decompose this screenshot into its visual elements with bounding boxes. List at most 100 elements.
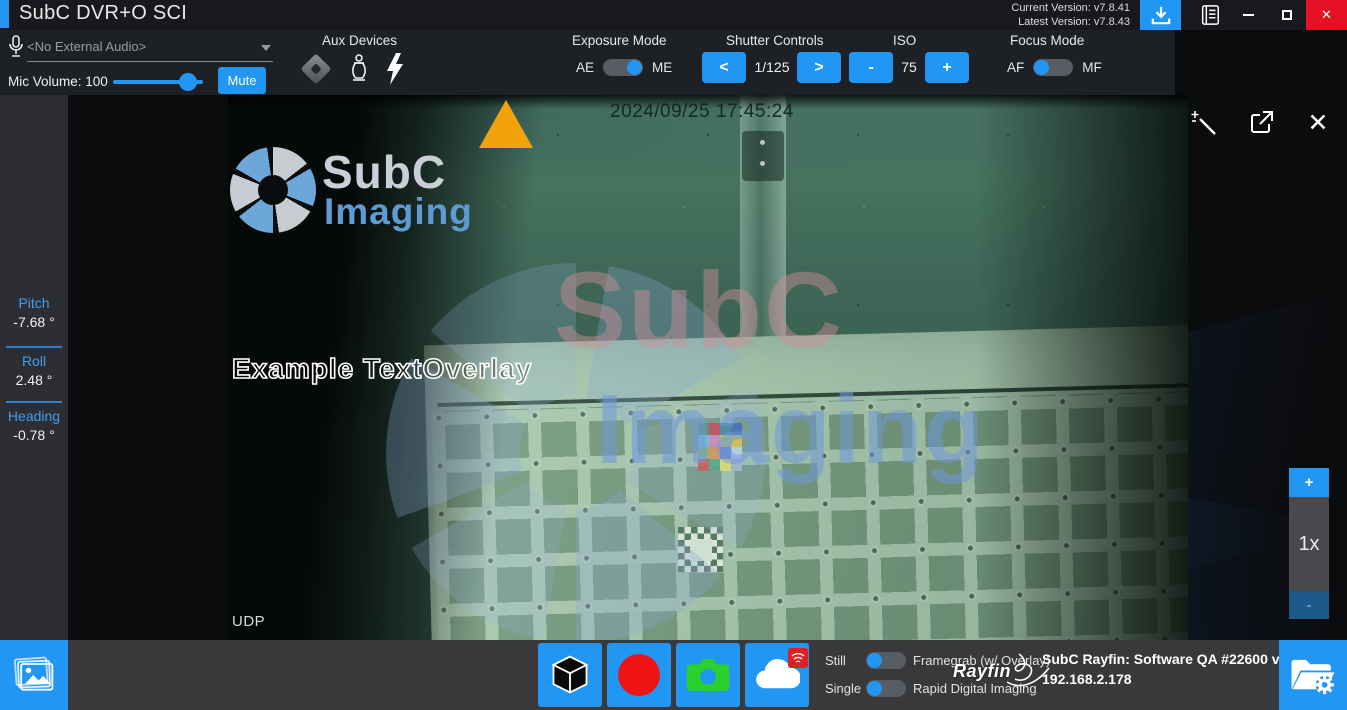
file-settings-button[interactable] <box>1279 640 1347 710</box>
roll-readout: Roll 2.48 ° <box>0 353 68 388</box>
watermark-imaging: Imaging <box>596 373 986 486</box>
heading-value: -0.78 ° <box>0 427 68 443</box>
video-stage: SubC Imaging SubC Imaging 2024/09/25 17:… <box>68 95 1347 640</box>
title-bar: SubC DVR+O SCI Current Version: v7.8.41 … <box>0 0 1347 30</box>
zoom-in-button[interactable]: + <box>1289 468 1329 497</box>
toggle-knob <box>867 681 882 696</box>
title-accent-strip <box>0 0 9 28</box>
exposure-ae-label: AE <box>576 60 594 75</box>
text-overlay: Example TextOverlay <box>232 353 532 385</box>
heading-readout: Heading -0.78 ° <box>0 408 68 443</box>
video-feed[interactable]: SubC Imaging SubC Imaging 2024/09/25 17:… <box>228 95 1188 640</box>
chevron-down-icon <box>261 45 271 51</box>
toggle-knob <box>1034 60 1049 75</box>
watermark-subc: SubC <box>554 247 844 372</box>
version-info: Current Version: v7.8.41 Latest Version:… <box>1011 1 1130 29</box>
focus-mode-label: Focus Mode <box>1010 33 1084 48</box>
exposure-me-label: ME <box>652 60 672 75</box>
telemetry-sidebar: Pitch -7.68 ° Roll 2.48 ° Heading -0.78 … <box>0 95 68 640</box>
aperture-icon <box>230 147 316 233</box>
iso-plus-button[interactable]: + <box>925 52 969 83</box>
shutter-value: 1/125 <box>748 59 796 75</box>
capture-still-button[interactable] <box>676 643 740 707</box>
roll-value: 2.48 ° <box>0 372 68 388</box>
device-info: SubC Rayfin: Software QA #22600 v4.... 1… <box>1042 651 1303 687</box>
maximize-icon <box>1282 10 1292 20</box>
toolbar-right-panel <box>1175 30 1347 95</box>
latest-version: Latest Version: v7.8.43 <box>1011 15 1130 29</box>
lamp-device-icon[interactable] <box>348 54 370 84</box>
pitch-label: Pitch <box>0 295 68 311</box>
focus-af-label: AF <box>1007 60 1024 75</box>
mic-volume-slider[interactable] <box>113 80 203 84</box>
iso-label: ISO <box>893 33 916 48</box>
record-button[interactable] <box>607 643 671 707</box>
iso-minus-button[interactable]: - <box>849 52 893 83</box>
video-timestamp: 2024/09/25 17:45:24 <box>610 101 794 123</box>
close-icon: ✕ <box>1308 108 1329 138</box>
cube-icon <box>548 653 592 697</box>
media-gallery-button[interactable] <box>0 640 68 710</box>
focus-mode-toggle[interactable] <box>1033 59 1073 76</box>
shutter-controls-label: Shutter Controls <box>726 33 824 48</box>
focus-mode-control: AF MF <box>1007 59 1102 76</box>
strobe-device-icon[interactable] <box>385 53 405 85</box>
current-version: Current Version: v7.8.41 <box>1011 1 1130 15</box>
divider <box>6 401 62 403</box>
stream-protocol-label: UDP <box>232 613 265 630</box>
single-mode-toggle[interactable] <box>866 680 906 697</box>
still-label: Still <box>825 653 866 668</box>
microphone-icon <box>8 35 24 59</box>
audio-source-select[interactable]: <No External Audio> <box>27 34 273 62</box>
aux-device-icons <box>300 52 410 88</box>
update-download-button[interactable] <box>1140 0 1181 30</box>
minimize-icon <box>1243 14 1254 16</box>
laser-device-icon[interactable] <box>300 53 331 84</box>
shutter-prev-button[interactable]: < <box>702 52 746 83</box>
zoom-level: 1x <box>1289 497 1329 591</box>
bottom-bar: Still Framegrab (w/ Overlay) Single Rapi… <box>0 640 1347 710</box>
app-title: SubC DVR+O SCI <box>19 2 187 25</box>
video-action-bar: ✕ <box>1190 109 1332 137</box>
slider-knob[interactable] <box>179 73 197 91</box>
pitch-value: -7.68 ° <box>0 314 68 330</box>
device-ip: 192.168.2.178 <box>1042 671 1303 687</box>
device-name: SubC Rayfin: Software QA #22600 v4.... <box>1042 651 1303 667</box>
app-window: SubC DVR+O SCI Current Version: v7.8.41 … <box>0 0 1347 710</box>
book-icon <box>1199 4 1221 26</box>
exposure-mode-control: AE ME <box>576 59 672 76</box>
documentation-button[interactable] <box>1191 0 1229 30</box>
maximize-button[interactable] <box>1267 0 1306 30</box>
focus-mf-label: MF <box>1082 60 1102 75</box>
close-icon: ✕ <box>1321 7 1332 23</box>
divider <box>6 346 62 348</box>
subc-imaging-logo: SubC Imaging <box>230 147 500 242</box>
zoom-out-button[interactable]: - <box>1289 591 1329 619</box>
roll-label: Roll <box>0 353 68 369</box>
enhance-wand-button[interactable] <box>1190 109 1218 137</box>
camera-icon <box>685 657 731 693</box>
3d-mode-button[interactable] <box>538 643 602 707</box>
mic-volume-label: Mic Volume: 100 <box>8 74 108 89</box>
exposure-mode-label: Exposure Mode <box>572 33 667 48</box>
shutter-next-button[interactable]: > <box>797 52 841 83</box>
rayfin-brand: Rayfin <box>953 658 1043 698</box>
audio-source-value: <No External Audio> <box>27 39 146 54</box>
zoom-control: + 1x - <box>1289 468 1329 619</box>
close-button[interactable]: ✕ <box>1306 0 1347 30</box>
still-mode-toggle[interactable] <box>866 652 906 669</box>
minimize-button[interactable] <box>1229 0 1267 30</box>
cloud-upload-button[interactable] <box>745 643 809 707</box>
iso-value: 75 <box>895 59 923 75</box>
main-area: Pitch -7.68 ° Roll 2.48 ° Heading -0.78 … <box>0 95 1347 640</box>
popout-window-button[interactable] <box>1247 109 1275 137</box>
mute-button[interactable]: Mute <box>218 67 266 94</box>
toggle-knob <box>627 60 642 75</box>
exposure-mode-toggle[interactable] <box>603 59 643 76</box>
cloud-icon <box>754 658 800 692</box>
gallery-icon <box>12 654 56 696</box>
warning-triangle-icon <box>478 99 534 149</box>
close-stream-button[interactable]: ✕ <box>1304 109 1332 137</box>
pitch-readout: Pitch -7.68 ° <box>0 295 68 330</box>
rayfin-logo-text: Rayfin <box>953 661 1011 682</box>
